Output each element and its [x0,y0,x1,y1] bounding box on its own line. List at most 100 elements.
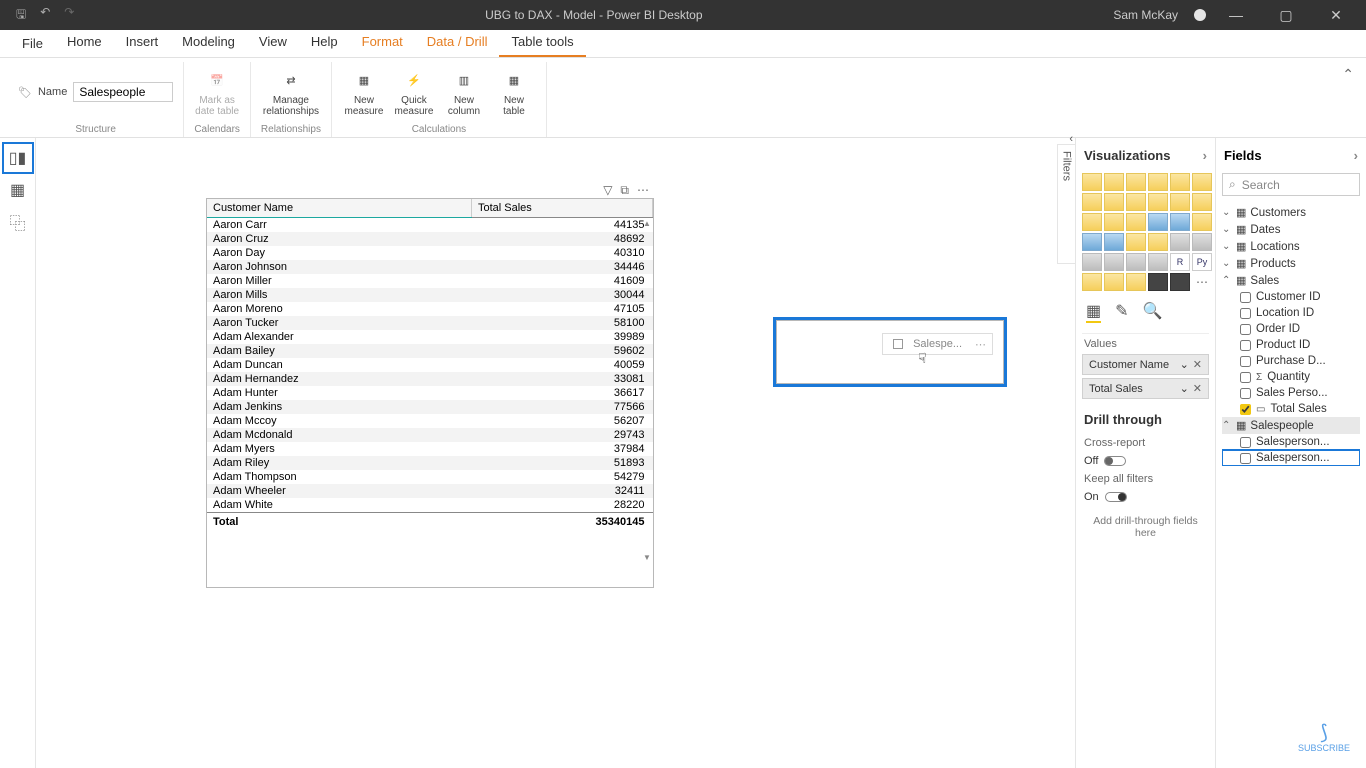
new-column-button[interactable]: ▥ New column [442,67,486,117]
viz-scatter[interactable] [1126,213,1146,231]
well-customer-name[interactable]: Customer Name ⌄✕ [1082,354,1209,375]
viz-more[interactable]: ⋯ [1192,273,1212,291]
viz-stacked-area[interactable] [1126,193,1146,211]
field-customer-id[interactable]: Customer ID [1222,289,1360,305]
field-product-id[interactable]: Product ID [1222,337,1360,353]
fields-tool-icon[interactable]: ▦ [1086,301,1101,323]
viz-card[interactable] [1170,233,1190,251]
table-salespeople[interactable]: ⌃▦Salespeople [1222,417,1360,434]
viz-donut[interactable] [1170,213,1190,231]
col-total-sales[interactable]: Total Sales [471,199,652,218]
table-row[interactable]: Aaron Moreno47105 [207,302,653,316]
table-row[interactable]: Adam Alexander39989 [207,330,653,344]
viz-py[interactable]: Py [1192,253,1212,271]
table-locations[interactable]: ⌄▦Locations [1222,238,1360,255]
user-avatar[interactable] [1194,9,1206,21]
viz-100-bar[interactable] [1170,173,1190,191]
file-menu[interactable]: File [10,32,55,57]
report-view-button[interactable]: ▯▮ [4,144,32,172]
viz-gauge[interactable] [1148,233,1168,251]
chevron-right-icon[interactable]: › [1203,148,1207,163]
slicer-visual[interactable]: Salespe... ⋯ [776,320,1004,384]
viz-line[interactable] [1082,193,1102,211]
viz-waterfall[interactable] [1082,213,1102,231]
restore-button[interactable]: ▢ [1266,7,1306,24]
viz-pie[interactable] [1148,213,1168,231]
chevron-right-icon[interactable]: › [1354,148,1358,163]
table-row[interactable]: Adam Bailey59602 [207,344,653,358]
model-view-button[interactable]: ⿻ [4,208,32,236]
new-measure-button[interactable]: ▦ New measure [342,67,386,117]
undo-icon[interactable]: ↶ [40,5,50,26]
viz-slicer[interactable] [1104,253,1124,271]
field-salesperson-1[interactable]: Salesperson... [1222,434,1360,450]
col-customer-name[interactable]: Customer Name [207,199,471,218]
field-quantity[interactable]: ΣQuantity [1222,369,1360,385]
table-customers[interactable]: ⌄▦Customers [1222,204,1360,221]
table-row[interactable]: Adam Jenkins77566 [207,400,653,414]
field-sales-person[interactable]: Sales Perso... [1222,385,1360,401]
viz-100-column[interactable] [1192,173,1212,191]
table-row[interactable]: Aaron Johnson34446 [207,260,653,274]
table-row[interactable]: Aaron Miller41609 [207,274,653,288]
table-row[interactable]: Adam Mccoy56207 [207,414,653,428]
table-row[interactable]: Adam Duncan40059 [207,358,653,372]
mark-date-table-button[interactable]: 📅 Mark as date table [195,67,239,117]
search-input[interactable]: ⌕ Search [1222,173,1360,196]
field-purchase-date[interactable]: Purchase D... [1222,353,1360,369]
viz-stacked-column[interactable] [1104,173,1124,191]
table-row[interactable]: Aaron Cruz48692 [207,232,653,246]
viz-filled-map[interactable] [1104,233,1124,251]
name-input[interactable] [73,82,173,102]
field-salesperson-2[interactable]: Salesperson... [1222,450,1360,466]
more-icon[interactable]: ⋯ [637,183,649,198]
table-products[interactable]: ⌄▦Products [1222,255,1360,272]
scroll-up-icon[interactable]: ▲ [643,219,651,228]
viz-kpi[interactable] [1082,253,1102,271]
tab-home[interactable]: Home [55,34,114,57]
checkbox-icon[interactable] [893,339,903,349]
viz-area[interactable] [1104,193,1124,211]
viz-qa[interactable] [1126,273,1146,291]
tab-table-tools[interactable]: Table tools [499,34,585,57]
drill-drop-zone[interactable]: Add drill-through fields here [1082,505,1209,549]
report-canvas[interactable]: ▽ ⧉ ⋯ Customer Name Total Sales Aaron Ca… [36,138,1076,768]
data-view-button[interactable]: ▦ [4,176,32,204]
filters-pane-tab[interactable]: ‹ Filters [1057,144,1075,264]
viz-powerapps[interactable] [1170,273,1190,291]
viz-matrix[interactable] [1148,253,1168,271]
chevron-left-icon[interactable]: ‹ [1069,133,1073,145]
table-row[interactable]: Adam White28220 [207,498,653,513]
field-location-id[interactable]: Location ID [1222,305,1360,321]
user-name[interactable]: Sam McKay [1113,8,1178,22]
tab-format[interactable]: Format [350,34,415,57]
save-icon[interactable]: 🖫 [16,5,26,26]
tab-modeling[interactable]: Modeling [170,34,247,57]
redo-icon[interactable]: ↷ [64,5,74,26]
chevron-down-icon[interactable]: ⌄ [1180,383,1189,395]
table-row[interactable]: Aaron Carr44135 [207,218,653,233]
scroll-down-icon[interactable]: ▼ [643,553,651,562]
filter-icon[interactable]: ▽ [603,183,612,198]
well-total-sales[interactable]: Total Sales ⌄✕ [1082,378,1209,399]
new-table-button[interactable]: ▦ New table [492,67,536,117]
viz-map[interactable] [1082,233,1102,251]
table-visual[interactable]: ▽ ⧉ ⋯ Customer Name Total Sales Aaron Ca… [206,198,654,588]
more-icon[interactable]: ⋯ [975,338,986,351]
tab-view[interactable]: View [247,34,299,57]
viz-r[interactable]: R [1170,253,1190,271]
viz-clustered-column[interactable] [1148,173,1168,191]
viz-ribbon[interactable] [1192,193,1212,211]
viz-clustered-bar[interactable] [1126,173,1146,191]
keep-filters-toggle[interactable] [1105,492,1127,502]
tab-help[interactable]: Help [299,34,350,57]
viz-arcgis[interactable] [1148,273,1168,291]
collapse-ribbon-icon[interactable]: ⌃ [1338,62,1358,137]
table-row[interactable]: Aaron Mills30044 [207,288,653,302]
viz-treemap[interactable] [1192,213,1212,231]
table-row[interactable]: Adam Hunter36617 [207,386,653,400]
field-total-sales[interactable]: ▭Total Sales [1222,401,1360,417]
cross-report-toggle[interactable] [1104,456,1126,466]
remove-icon[interactable]: ✕ [1193,359,1202,371]
analytics-tool-icon[interactable]: 🔍 [1143,301,1163,323]
